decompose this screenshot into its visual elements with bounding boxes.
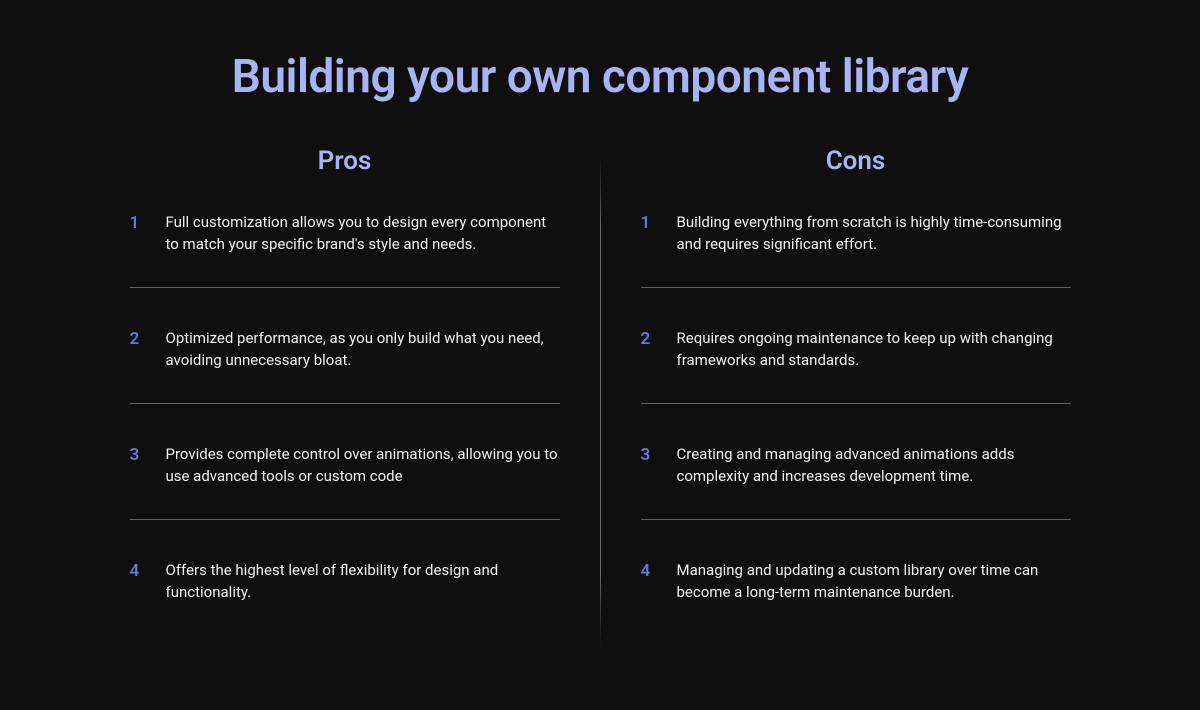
columns-wrapper: Pros 1 Full customization allows you to … [100, 146, 1100, 646]
pros-column: Pros 1 Full customization allows you to … [130, 146, 600, 636]
item-text: Managing and updating a custom library o… [677, 560, 1071, 604]
item-number: 4 [130, 560, 144, 581]
item-number: 3 [641, 444, 655, 465]
list-item: 4 Offers the highest level of flexibilit… [130, 560, 560, 636]
item-text: Optimized performance, as you only build… [166, 328, 560, 372]
list-item: 1 Full customization allows you to desig… [130, 212, 560, 288]
pros-heading: Pros [130, 146, 560, 176]
list-item: 4 Managing and updating a custom library… [641, 560, 1071, 636]
list-item: 2 Optimized performance, as you only bui… [130, 328, 560, 404]
item-text: Creating and managing advanced animation… [677, 444, 1071, 488]
item-text: Full customization allows you to design … [166, 212, 560, 256]
list-item: 2 Requires ongoing maintenance to keep u… [641, 328, 1071, 404]
item-number: 2 [641, 328, 655, 349]
item-text: Provides complete control over animation… [166, 444, 560, 488]
cons-heading: Cons [641, 146, 1071, 176]
item-number: 1 [130, 212, 144, 233]
list-item: 1 Building everything from scratch is hi… [641, 212, 1071, 288]
item-text: Offers the highest level of flexibility … [166, 560, 560, 604]
item-number: 4 [641, 560, 655, 581]
list-item: 3 Creating and managing advanced animati… [641, 444, 1071, 520]
slide-container: Building your own component library Pros… [0, 0, 1200, 710]
list-item: 3 Provides complete control over animati… [130, 444, 560, 520]
cons-column: Cons 1 Building everything from scratch … [601, 146, 1071, 636]
page-title: Building your own component library [100, 50, 1100, 104]
item-number: 2 [130, 328, 144, 349]
item-number: 1 [641, 212, 655, 233]
item-number: 3 [130, 444, 144, 465]
item-text: Requires ongoing maintenance to keep up … [677, 328, 1071, 372]
item-text: Building everything from scratch is high… [677, 212, 1071, 256]
